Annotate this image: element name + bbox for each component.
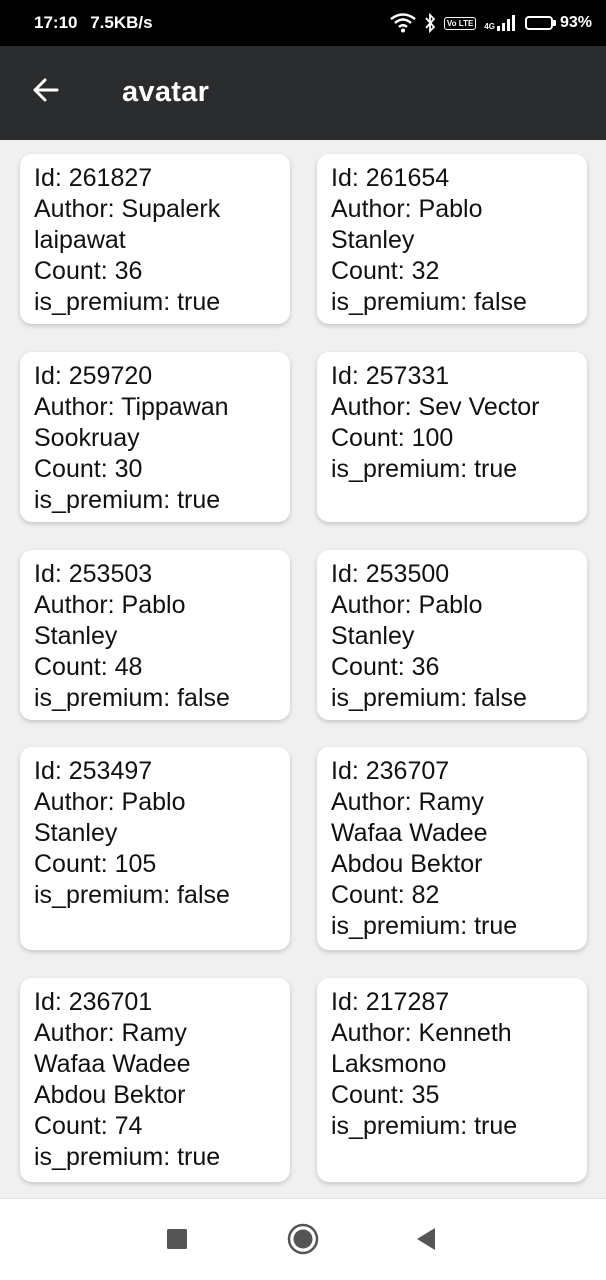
card-premium: is_premium: true [34,1143,221,1171]
signal-icon [496,15,517,31]
card-premium: is_premium: false [34,684,230,712]
card-id: Id: 253497 [34,757,153,785]
card-id: Id: 217287 [331,988,450,1016]
card-premium: is_premium: true [331,912,518,940]
circle-icon [287,1223,319,1260]
card-premium: is_premium: true [331,1112,518,1140]
page-title: avatar [122,76,210,108]
card-premium: is_premium: true [34,486,221,514]
card-count: Count: 36 [331,653,440,681]
avatar-card[interactable]: Id: 257331 Author: Sev Vector Count: 100 is… [317,352,587,522]
network-speed: 7.5KB/s [90,13,153,32]
card-author: Wafaa Wadee [34,1050,191,1078]
card-count: Count: 105 [34,850,157,878]
card-count: Count: 100 [331,424,454,452]
card-author: Author: Ramy [34,1019,187,1047]
card-author: Stanley [331,226,415,254]
card-id: Id: 236707 [331,757,450,785]
card-count: Count: 30 [34,455,143,483]
avatar-card[interactable]: Id: 217287 Author: Kenneth Laksmono Count: … [317,978,587,1182]
card-id: Id: 259720 [34,362,153,390]
card-author: Author: Pablo [34,591,186,619]
card-id: Id: 257331 [331,362,450,390]
card-author: Sookruay [34,424,140,452]
app-bar: avatar [0,46,606,140]
battery-icon: 93% [524,14,592,32]
card-count: Count: 82 [331,881,440,909]
wifi-icon [390,13,416,33]
card-id: Id: 236701 [34,988,153,1016]
status-time: 17:10 [34,13,78,32]
card-author: Abdou Bektor [331,850,483,878]
avatar-grid: Id: 261827 Author: Supalerk laipawat Count:… [0,140,606,1198]
card-count: Count: 48 [34,653,143,681]
avatar-card[interactable]: Id: 259720 Author: Tippawan Sookruay Count:… [20,352,290,522]
triangle-back-icon [415,1227,437,1256]
avatar-card[interactable]: Id: 236701 Author: Ramy Wafaa Wadee Abdou B… [20,978,290,1182]
nav-back-button[interactable] [406,1221,446,1261]
card-author: laipawat [34,226,126,254]
card-author: Author: Pablo [331,591,483,619]
avatar-card[interactable]: Id: 236707 Author: Ramy Wafaa Wadee Abdou B… [317,747,587,950]
avatar-card[interactable]: Id: 261827 Author: Supalerk laipawat Count:… [20,154,290,324]
card-author: Author: Pablo [331,195,483,223]
card-author: Author: Ramy [331,788,484,816]
card-author: Author: Pablo [34,788,186,816]
avatar-card[interactable]: Id: 253497 Author: Pablo Stanley Count: 105… [20,747,290,950]
volte-badge: Vo LTE [443,16,477,30]
card-author: Stanley [331,622,415,650]
home-button[interactable] [283,1221,323,1261]
card-premium: is_premium: false [331,288,527,316]
card-author: Stanley [34,819,118,847]
battery-percent: 93% [559,14,592,31]
card-premium: is_premium: false [331,684,527,712]
arrow-left-icon [31,75,61,110]
card-id: Id: 261654 [331,164,450,192]
status-bar: 17:10 7.5KB/s Vo LTE 4G 93% [0,0,606,46]
card-author: Author: Kenneth [331,1019,512,1047]
card-count: Count: 35 [331,1081,440,1109]
recents-button[interactable] [157,1221,197,1261]
signal-group: 4G [484,15,517,31]
card-id: Id: 253503 [34,560,153,588]
card-premium: is_premium: false [34,881,230,909]
card-count: Count: 32 [331,257,440,285]
card-id: Id: 253500 [331,560,450,588]
card-author: Abdou Bektor [34,1081,186,1109]
network-type: 4G [484,22,495,31]
avatar-card[interactable]: Id: 253503 Author: Pablo Stanley Count: 48 i… [20,550,290,720]
card-id: Id: 261827 [34,164,153,192]
card-author: Wafaa Wadee [331,819,488,847]
card-author: Stanley [34,622,118,650]
card-author: Author: Supalerk [34,195,221,223]
card-author: Laksmono [331,1050,447,1078]
avatar-card[interactable]: Id: 253500 Author: Pablo Stanley Count: 36 i… [317,550,587,720]
square-icon [167,1228,187,1254]
card-count: Count: 74 [34,1112,143,1140]
card-author: Author: Sev Vector [331,393,540,421]
card-author: Author: Tippawan [34,393,229,421]
system-nav-bar [0,1198,606,1280]
bluetooth-icon [424,13,436,33]
card-premium: is_premium: true [331,455,518,483]
back-button[interactable] [18,64,74,120]
card-premium: is_premium: true [34,288,221,316]
status-right: Vo LTE 4G 93% [390,13,592,33]
avatar-card[interactable]: Id: 261654 Author: Pablo Stanley Count: 32 i… [317,154,587,324]
card-count: Count: 36 [34,257,143,285]
status-left: 17:10 7.5KB/s [34,13,161,33]
